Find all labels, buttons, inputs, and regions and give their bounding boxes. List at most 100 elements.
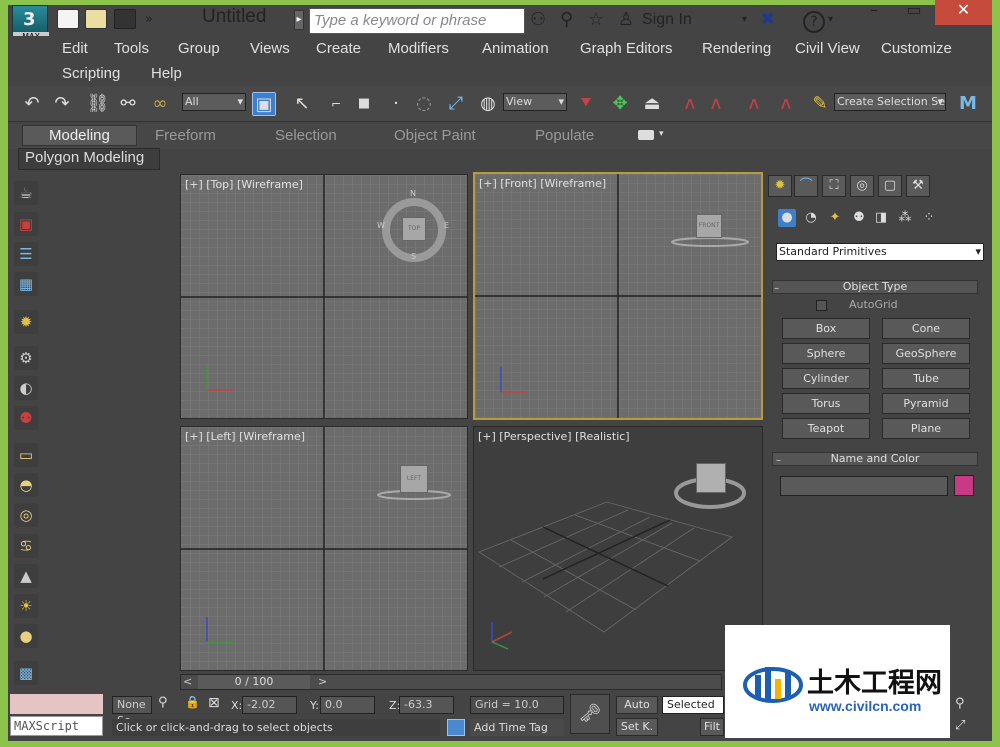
geometry-icon[interactable]: ● bbox=[778, 209, 796, 227]
environment-icon[interactable]: ◐ bbox=[14, 376, 38, 400]
viewcube-front[interactable]: FRONT bbox=[696, 214, 722, 238]
select-by-name-icon[interactable]: ↖ bbox=[290, 92, 314, 116]
cameras-icon[interactable]: ⚉ bbox=[850, 209, 868, 227]
snaps-toggle-icon[interactable]: ᴧ bbox=[678, 92, 702, 116]
help-icon[interactable]: ? bbox=[803, 11, 825, 33]
user-icon[interactable]: ♙ bbox=[618, 9, 634, 30]
selection-filter-dropdown[interactable]: All bbox=[182, 93, 246, 111]
tab-modeling[interactable]: Modeling bbox=[22, 125, 137, 146]
tab-populate[interactable]: Populate bbox=[535, 127, 594, 144]
material-editor-icon[interactable]: ▣ bbox=[14, 212, 38, 236]
create-tab-icon[interactable]: ✹ bbox=[768, 175, 792, 197]
menu-help[interactable]: Help bbox=[151, 65, 182, 82]
menu-create[interactable]: Create bbox=[316, 40, 361, 57]
plane-button[interactable]: Plane bbox=[882, 418, 970, 439]
minimize-button[interactable]: – bbox=[855, 0, 893, 25]
tab-freeform[interactable]: Freeform bbox=[155, 127, 216, 144]
search-input[interactable]: Type a keyword or phrase bbox=[309, 8, 525, 34]
key-filter-dropdown[interactable]: Selected bbox=[662, 696, 724, 714]
absolute-mode-icon[interactable]: ⊠ bbox=[208, 695, 220, 711]
bind-spacewarp-icon[interactable]: ∞ bbox=[148, 92, 172, 116]
geosphere-button[interactable]: GeoSphere bbox=[882, 343, 970, 364]
scene-explorer-icon[interactable]: ☰ bbox=[14, 242, 38, 266]
window-crossing-icon[interactable]: ■ bbox=[352, 92, 376, 116]
tab-selection[interactable]: Selection bbox=[275, 127, 337, 144]
lights-icon[interactable]: ✦ bbox=[826, 209, 844, 227]
help-dropdown-icon[interactable]: ▾ bbox=[828, 14, 833, 25]
helpers-icon[interactable]: ◨ bbox=[872, 209, 890, 227]
light-lister-icon[interactable]: ✹ bbox=[14, 310, 38, 334]
layer-manager-icon[interactable]: ▦ bbox=[14, 272, 38, 296]
menu-tools[interactable]: Tools bbox=[114, 40, 149, 57]
auto-key-button[interactable]: Auto bbox=[616, 696, 658, 714]
viewport-top-label[interactable]: [+] [Top] [Wireframe] bbox=[185, 178, 303, 191]
x-coordinate-field[interactable]: -2.02 bbox=[242, 696, 297, 714]
new-file-icon[interactable] bbox=[57, 9, 79, 29]
redo-icon[interactable]: ↷ bbox=[50, 92, 74, 116]
menu-views[interactable]: Views bbox=[250, 40, 290, 57]
expand-arrow-icon[interactable]: ▸ bbox=[294, 10, 304, 30]
torus-button[interactable]: Torus bbox=[782, 393, 870, 414]
cylinder-button[interactable]: Cylinder bbox=[782, 368, 870, 389]
sphere-primitive-icon[interactable]: ● bbox=[14, 624, 38, 648]
category-dropdown[interactable]: Standard Primitives bbox=[776, 243, 984, 261]
name-color-rollout-header[interactable]: Name and Color bbox=[772, 452, 978, 466]
teapot-button[interactable]: Teapot bbox=[782, 418, 870, 439]
menu-group[interactable]: Group bbox=[178, 40, 220, 57]
menu-customize[interactable]: Customize bbox=[881, 40, 952, 57]
select-object-icon[interactable]: ▣ bbox=[252, 92, 276, 116]
pivot-center-icon[interactable]: ⯆ bbox=[574, 92, 598, 116]
grid-object-icon[interactable]: ▩ bbox=[14, 661, 38, 685]
binoculars-icon[interactable]: ⚇ bbox=[530, 9, 546, 30]
sign-in-button[interactable]: Sign In bbox=[642, 11, 692, 29]
time-slider-prev-icon[interactable]: < bbox=[183, 675, 192, 688]
viewport-top[interactable]: TOP N S E W [+] [Top] [Wireframe] bbox=[180, 174, 468, 419]
star-icon[interactable]: ☆ bbox=[588, 9, 604, 30]
ribbon-minimize-icon[interactable] bbox=[638, 130, 654, 140]
cone-button[interactable]: Cone bbox=[882, 318, 970, 339]
systems-icon[interactable]: ⁘ bbox=[920, 209, 938, 227]
modify-tab-icon[interactable]: ⌒ bbox=[794, 175, 818, 197]
viewcube-top[interactable]: TOP bbox=[402, 217, 426, 241]
torus-primitive-icon[interactable]: ◎ bbox=[14, 503, 38, 527]
name-color-collapse-icon[interactable]: – bbox=[776, 455, 781, 466]
viewport-front[interactable]: FRONT [+] [Front] [Wireframe] bbox=[473, 172, 763, 420]
utilities-tab-icon[interactable]: ⚒ bbox=[906, 175, 930, 197]
menu-scripting[interactable]: Scripting bbox=[62, 65, 120, 82]
select-manipulate-icon[interactable]: ✥ bbox=[608, 92, 632, 116]
edit-named-selection-icon[interactable]: ✎ bbox=[808, 92, 832, 116]
cone-primitive-icon[interactable]: ▲ bbox=[14, 564, 38, 588]
exchange-icon[interactable]: ✖ bbox=[760, 9, 775, 30]
open-file-icon[interactable] bbox=[85, 9, 107, 29]
reference-coordinate-dropdown[interactable]: View bbox=[503, 93, 567, 111]
pyramid-button[interactable]: Pyramid bbox=[882, 393, 970, 414]
spacewarps-icon[interactable]: ⁂ bbox=[896, 209, 914, 227]
region-select-icon[interactable]: ⌐ bbox=[324, 92, 348, 116]
menu-rendering[interactable]: Rendering bbox=[702, 40, 771, 57]
maximize-button[interactable]: ▭ bbox=[895, 0, 933, 25]
menu-animation[interactable]: Animation bbox=[482, 40, 549, 57]
undo-icon[interactable]: ↶ bbox=[20, 92, 44, 116]
camera-icon[interactable]: ⚙ bbox=[14, 346, 38, 370]
viewport-left-label[interactable]: [+] [Left] [Wireframe] bbox=[185, 430, 305, 443]
frame-counter[interactable]: 0 / 100 bbox=[198, 675, 310, 689]
menu-edit[interactable]: Edit bbox=[62, 40, 88, 57]
sphere-button[interactable]: Sphere bbox=[782, 343, 870, 364]
polygon-modeling-panel[interactable]: Polygon Modeling bbox=[18, 148, 160, 170]
menu-civil-view[interactable]: Civil View bbox=[795, 40, 860, 57]
tab-object-paint[interactable]: Object Paint bbox=[394, 127, 476, 144]
add-time-tag-icon[interactable] bbox=[447, 719, 465, 736]
save-icon[interactable] bbox=[114, 9, 136, 29]
shapes-icon[interactable]: ◔ bbox=[802, 209, 820, 227]
object-name-input[interactable] bbox=[780, 476, 948, 496]
set-key-icon[interactable]: 🗝 bbox=[570, 694, 610, 734]
percent-snap-icon[interactable]: ᴧ bbox=[742, 92, 766, 116]
select-rotate-icon[interactable]: ◌ bbox=[412, 92, 436, 116]
satellite-icon[interactable]: ⚲ bbox=[560, 9, 573, 30]
autogrid-checkbox[interactable] bbox=[816, 300, 827, 311]
object-type-rollout-header[interactable]: Object Type bbox=[772, 280, 978, 294]
viewport-perspective[interactable]: [+] [Perspective] [Realistic] bbox=[473, 426, 763, 671]
maxscript-listener-output[interactable] bbox=[10, 694, 103, 714]
viewcube-perspective[interactable] bbox=[696, 463, 726, 493]
mirror-icon[interactable]: M bbox=[956, 92, 980, 116]
